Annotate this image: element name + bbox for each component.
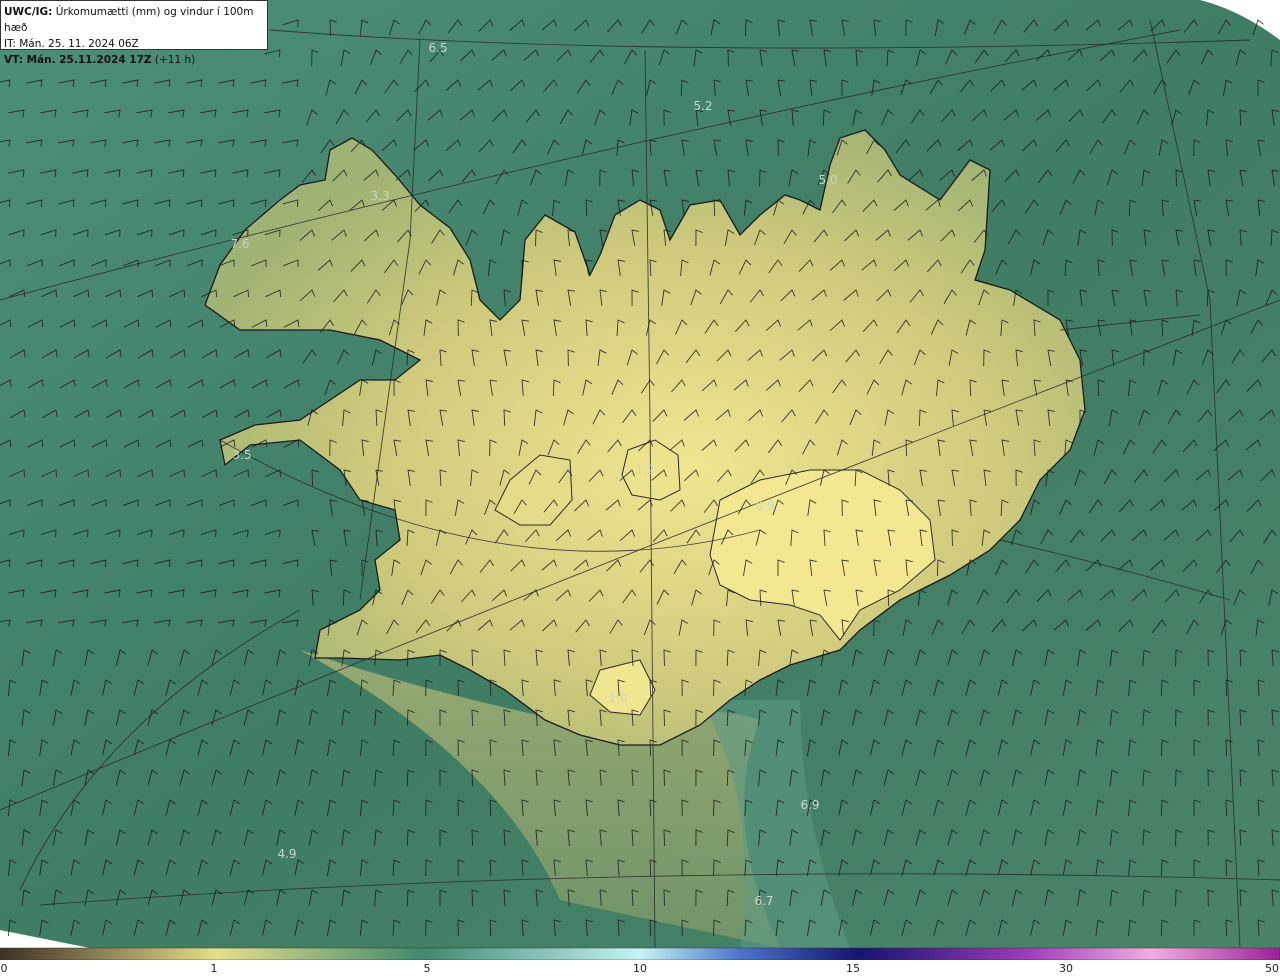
map-value-label: 4.9 [277,847,296,861]
model-label: UWC/IG: [4,6,53,18]
map-value-label: 1.2 [635,463,654,477]
valid-time: VT: Mán. 25.11.2024 17Z [4,54,152,66]
header-info-box: UWC/IG: Úrkomumætti (mm) og vindur í 100… [0,0,268,66]
colorbar-tick-label: 30 [1059,962,1073,975]
colorbar [0,947,1280,961]
colorbar-tick-label: 5 [423,962,431,975]
header-title-line: UWC/IG: Úrkomumætti (mm) og vindur í 100… [4,4,264,36]
map-value-label: 5.2 [693,99,712,113]
map-value-label: 1.0 [608,691,627,705]
colorbar-tick-label: 50 [1265,962,1279,975]
valid-time-offset: (+11 h) [154,54,196,66]
colorbar-tick-label: 0 [0,962,8,975]
colorbar-tick-label: 10 [633,962,647,975]
colorbar-tick-label: 1 [210,962,218,975]
valid-time-line: VT: Mán. 25.11.2024 17Z (+11 h) [4,52,264,68]
forecast-map: 6.5 5.2 5.0 3.3 7.6 3.5 1.2 0.9 1.0 6.9 4.9 6.7 [0,0,1280,978]
map-value-label: 3.3 [370,189,389,203]
map-value-label: 6.5 [428,41,447,55]
map-value-label: 6.9 [800,798,819,812]
map-value-label: 0.9 [755,499,774,513]
map-value-label: 7.6 [230,237,249,251]
map-value-label: 6.7 [754,894,773,908]
map-value-label: 5.0 [818,173,837,187]
colorbar-tick-label: 15 [846,962,860,975]
map-value-label: 3.5 [232,448,251,462]
issue-time: IT: Mán. 25. 11. 2024 06Z [4,38,139,50]
